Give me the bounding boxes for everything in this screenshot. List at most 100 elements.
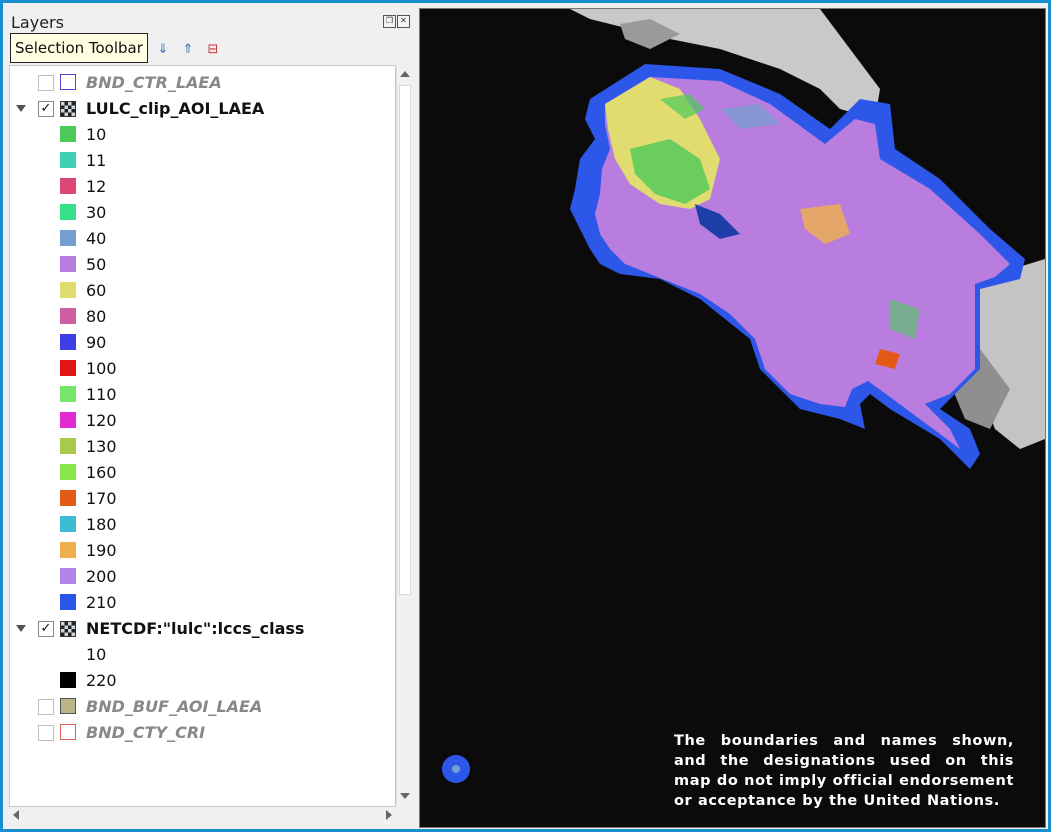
legend-item: 10 bbox=[10, 642, 395, 668]
legend-label: 210 bbox=[86, 593, 117, 612]
legend-item: 100 bbox=[10, 356, 395, 382]
legend-swatch bbox=[60, 490, 76, 506]
legend-item: 190 bbox=[10, 538, 395, 564]
float-panel-button[interactable]: ❐ bbox=[383, 15, 396, 28]
layer-name: BND_BUF_AOI_LAEA bbox=[86, 697, 263, 716]
legend-swatch bbox=[60, 360, 76, 376]
horizontal-scrollbar[interactable] bbox=[9, 807, 397, 823]
layer-checkbox[interactable]: ✓ bbox=[38, 101, 54, 117]
legend-swatch bbox=[60, 178, 76, 194]
remove-layer-icon[interactable]: ⊟ bbox=[205, 42, 221, 58]
close-panel-button[interactable]: ✕ bbox=[397, 15, 410, 28]
legend-item: 220 bbox=[10, 668, 395, 694]
layer-row-bnd-ctr[interactable]: BND_CTR_LAEA bbox=[10, 70, 395, 96]
polygon-symbol-icon bbox=[60, 724, 76, 740]
legend-swatch bbox=[60, 646, 76, 662]
legend-label: 10 bbox=[86, 125, 107, 144]
legend-item: 80 bbox=[10, 304, 395, 330]
legend-item: 12 bbox=[10, 174, 395, 200]
scroll-right-icon[interactable] bbox=[386, 810, 392, 820]
layer-checkbox[interactable] bbox=[38, 75, 54, 91]
move-down-icon[interactable]: ⇓ bbox=[155, 42, 171, 58]
legend-label: 12 bbox=[86, 177, 107, 196]
raster-layer-icon bbox=[60, 621, 76, 637]
legend-label: 80 bbox=[86, 307, 107, 326]
legend-label: 120 bbox=[86, 411, 117, 430]
legend-item: 120 bbox=[10, 408, 395, 434]
layer-name: LULC_clip_AOI_LAEA bbox=[86, 99, 265, 118]
legend-swatch bbox=[60, 672, 76, 688]
scroll-down-icon[interactable] bbox=[400, 793, 410, 799]
legend-label: 10 bbox=[86, 645, 107, 664]
legend-swatch bbox=[60, 516, 76, 532]
legend-label: 100 bbox=[86, 359, 117, 378]
legend-swatch bbox=[60, 386, 76, 402]
map-canvas[interactable]: The boundaries and names shown, and the … bbox=[419, 8, 1046, 828]
legend-swatch bbox=[60, 126, 76, 142]
vertical-scrollbar[interactable] bbox=[396, 65, 413, 805]
legend-item: 170 bbox=[10, 486, 395, 512]
legend-label: 30 bbox=[86, 203, 107, 222]
legend-swatch bbox=[60, 464, 76, 480]
expand-arrow-icon[interactable] bbox=[16, 625, 26, 632]
legend-label: 180 bbox=[86, 515, 117, 534]
move-up-icon[interactable]: ⇑ bbox=[180, 42, 196, 58]
legend-swatch bbox=[60, 152, 76, 168]
legend-label: 220 bbox=[86, 671, 117, 690]
layer-checkbox[interactable]: ✓ bbox=[38, 621, 54, 637]
expand-arrow-icon[interactable] bbox=[16, 105, 26, 112]
legend-item: 60 bbox=[10, 278, 395, 304]
raster-layer-icon bbox=[60, 101, 76, 117]
legend-swatch bbox=[60, 282, 76, 298]
scrollbar-thumb[interactable] bbox=[399, 85, 411, 595]
legend-swatch bbox=[60, 334, 76, 350]
layer-name: NETCDF:"lulc":lccs_class bbox=[86, 619, 305, 638]
legend-label: 200 bbox=[86, 567, 117, 586]
legend-label: 190 bbox=[86, 541, 117, 560]
layer-name: BND_CTR_LAEA bbox=[86, 73, 222, 92]
legend-item: 50 bbox=[10, 252, 395, 278]
layer-row-lulc[interactable]: ✓ LULC_clip_AOI_LAEA bbox=[10, 96, 395, 122]
legend-swatch bbox=[60, 594, 76, 610]
scroll-left-icon[interactable] bbox=[13, 810, 19, 820]
legend-label: 90 bbox=[86, 333, 107, 352]
legend-item: 110 bbox=[10, 382, 395, 408]
legend-swatch bbox=[60, 256, 76, 272]
scroll-up-icon[interactable] bbox=[400, 71, 410, 77]
legend-item: 30 bbox=[10, 200, 395, 226]
legend-label: 11 bbox=[86, 151, 107, 170]
legend-swatch bbox=[60, 438, 76, 454]
legend-item: 90 bbox=[10, 330, 395, 356]
legend-label: 170 bbox=[86, 489, 117, 508]
legend-swatch bbox=[60, 412, 76, 428]
map-disclaimer: The boundaries and names shown, and the … bbox=[674, 733, 1014, 809]
legend-swatch bbox=[60, 568, 76, 584]
legend-label: 160 bbox=[86, 463, 117, 482]
layer-row-bnd-buf[interactable]: BND_BUF_AOI_LAEA bbox=[10, 694, 395, 720]
legend-item: 160 bbox=[10, 460, 395, 486]
legend-swatch bbox=[60, 230, 76, 246]
legend-item: 180 bbox=[10, 512, 395, 538]
legend-swatch bbox=[60, 542, 76, 558]
layer-row-bnd-cty[interactable]: BND_CTY_CRI bbox=[10, 720, 395, 746]
layer-checkbox[interactable] bbox=[38, 725, 54, 741]
map-render bbox=[442, 9, 1045, 783]
layer-row-netcdf[interactable]: ✓ NETCDF:"lulc":lccs_class bbox=[10, 616, 395, 642]
layers-panel: Layers ❐ ✕ ⇓ ⇑ ⊟ Selection Toolbar BND_C… bbox=[6, 6, 413, 829]
legend-label: 130 bbox=[86, 437, 117, 456]
layer-checkbox[interactable] bbox=[38, 699, 54, 715]
legend-item: 11 bbox=[10, 148, 395, 174]
legend-item: 210 bbox=[10, 590, 395, 616]
app-window: Layers ❐ ✕ ⇓ ⇑ ⊟ Selection Toolbar BND_C… bbox=[0, 0, 1051, 832]
tooltip: Selection Toolbar bbox=[10, 33, 148, 63]
legend-swatch bbox=[60, 308, 76, 324]
legend-item: 200 bbox=[10, 564, 395, 590]
legend-item: 130 bbox=[10, 434, 395, 460]
legend-label: 60 bbox=[86, 281, 107, 300]
legend-swatch bbox=[60, 204, 76, 220]
legend-item: 40 bbox=[10, 226, 395, 252]
legend-label: 110 bbox=[86, 385, 117, 404]
legend-label: 40 bbox=[86, 229, 107, 248]
polygon-symbol-icon bbox=[60, 74, 76, 90]
panel-title: Layers bbox=[11, 13, 64, 32]
